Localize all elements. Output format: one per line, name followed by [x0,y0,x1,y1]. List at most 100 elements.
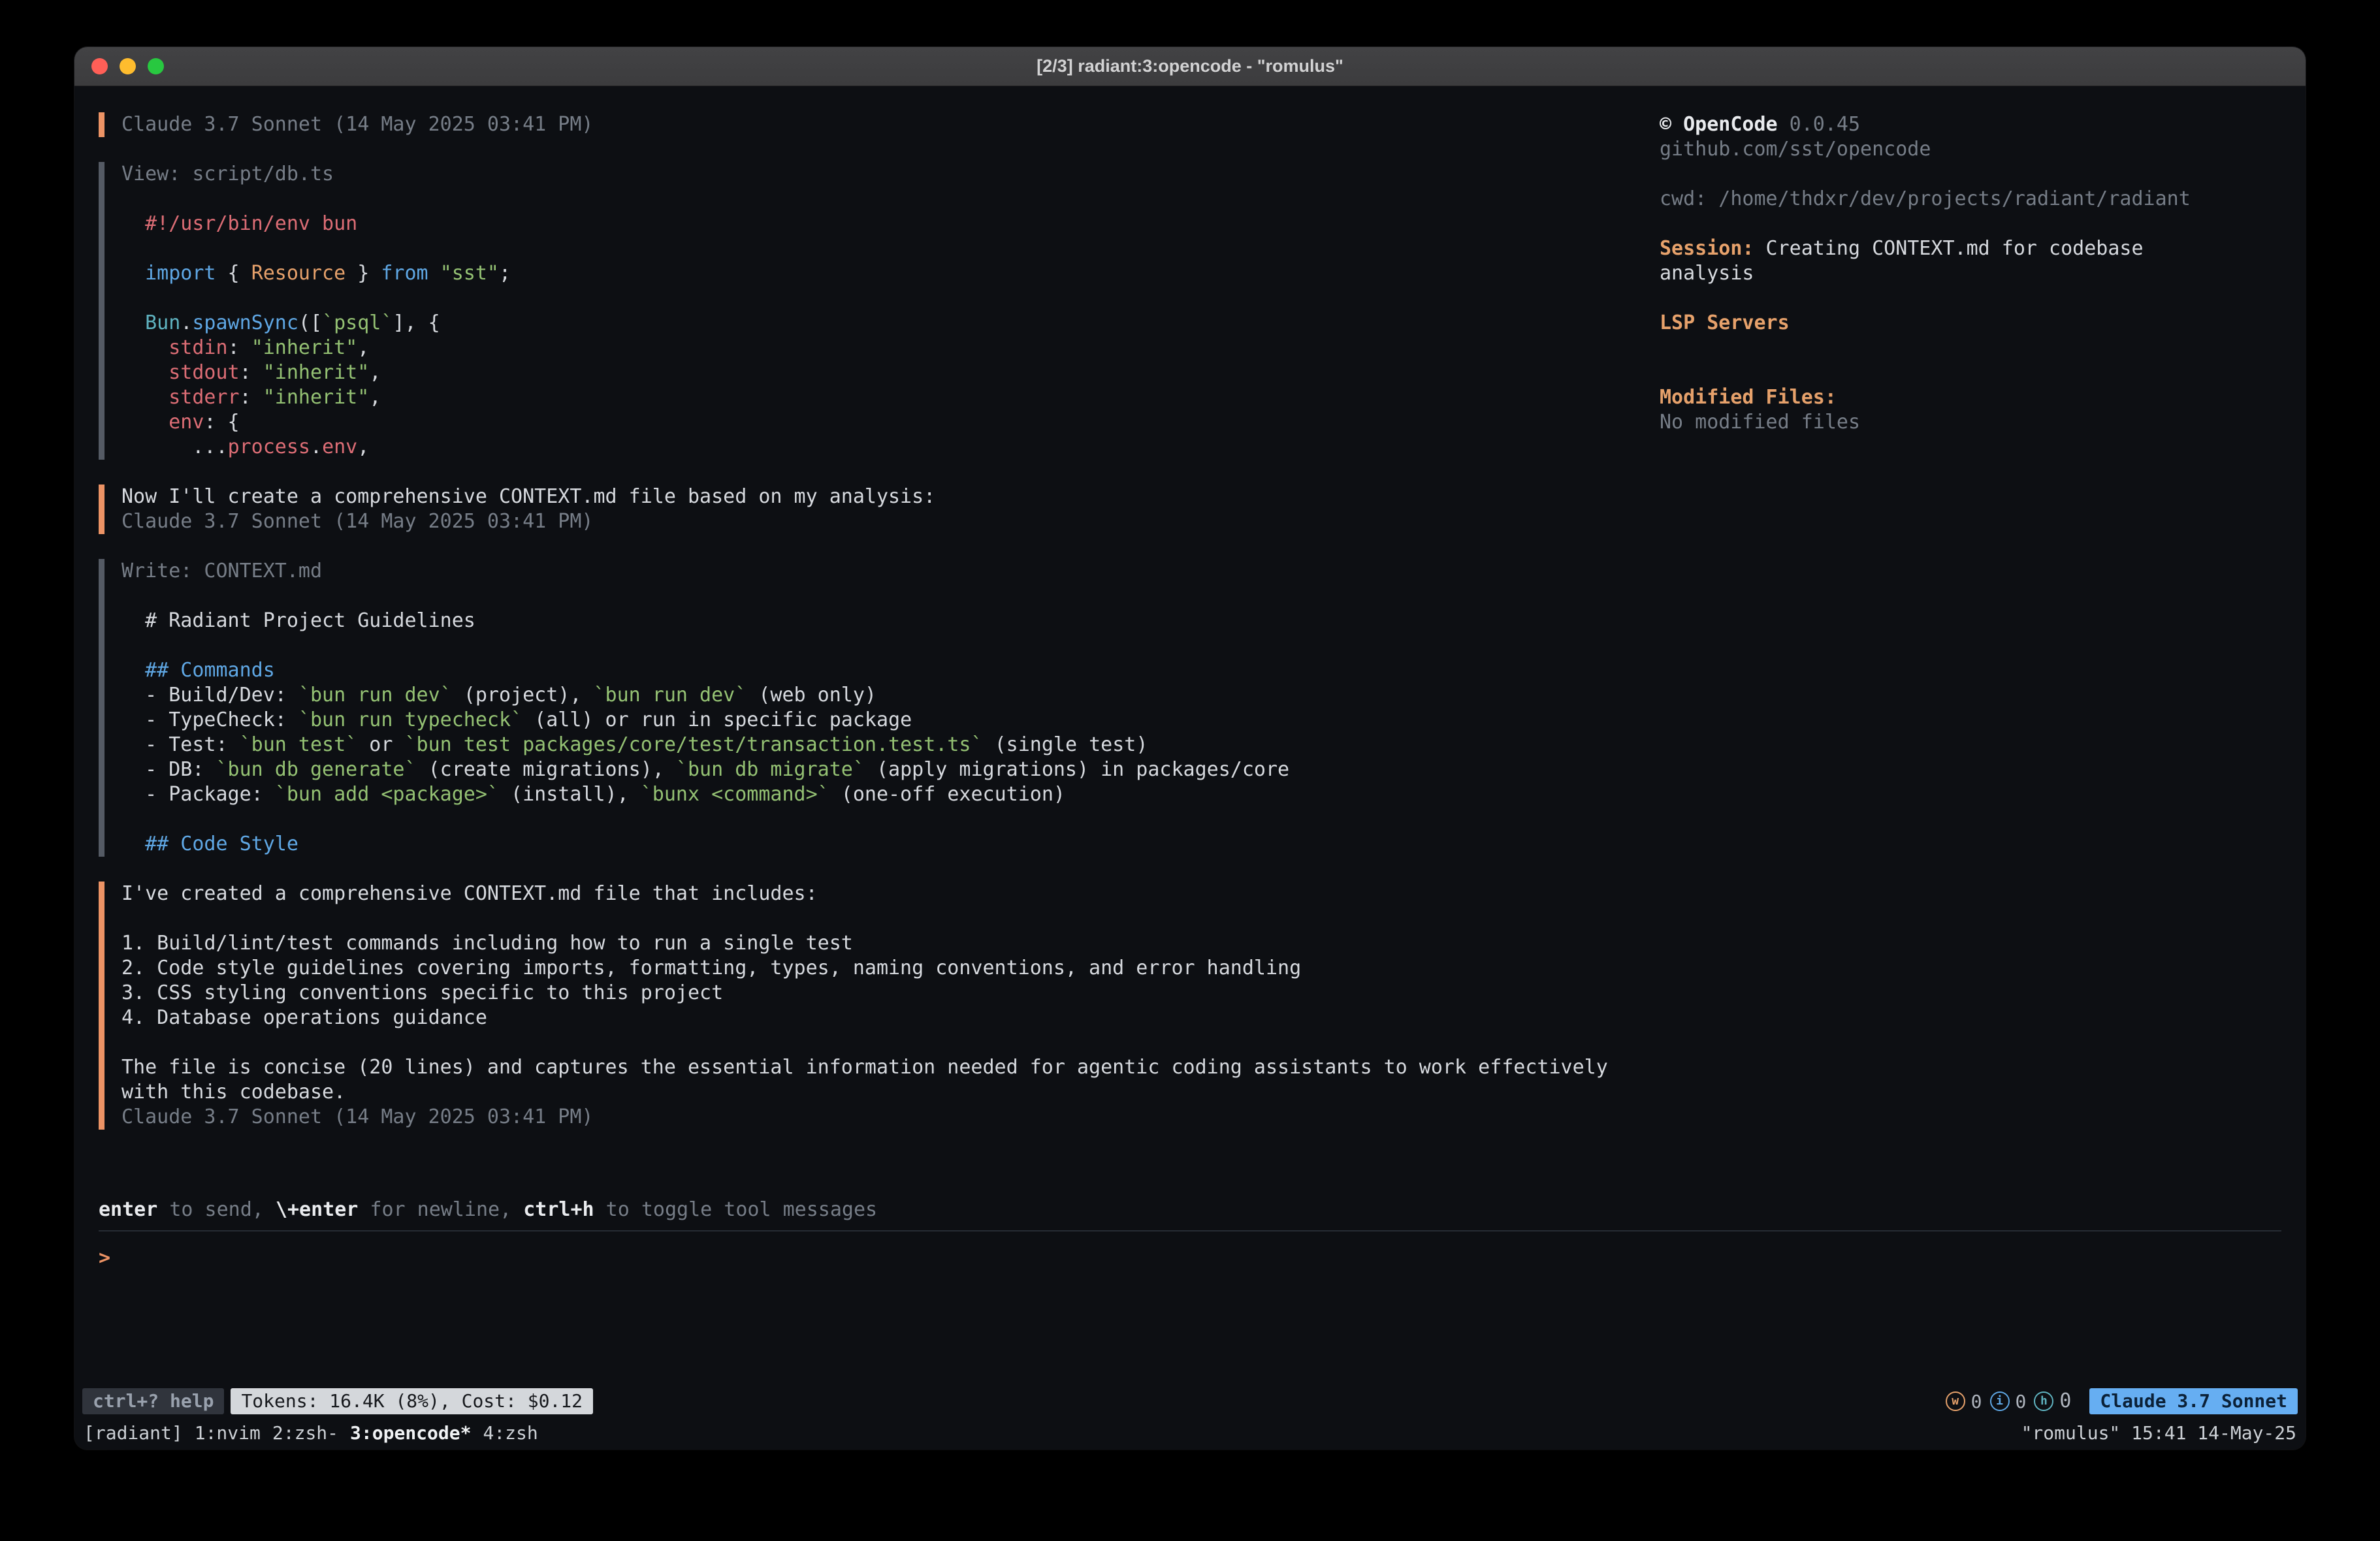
text-span: ... [121,436,228,458]
text-span [121,833,145,855]
chat-line [121,286,1633,311]
diagnostic-warning-count: w0 [1946,1391,1982,1412]
text-span: (single test) [983,733,1148,756]
diagnostic-hint-count: h0 [2034,1389,2071,1414]
chat-line: - DB: `bun db generate` (create migratio… [121,757,1633,782]
warning-icon: w [1946,1391,1965,1411]
text-span: The file is concise (20 lines) and captu… [121,1056,1608,1079]
text-span: : [240,386,263,409]
chat-line: 3. CSS styling conventions specific to t… [121,981,1633,1006]
diagnostic-count-value: 0 [2059,1389,2071,1414]
text-span: , [357,336,369,359]
sidebar-line: © OpenCode 0.0.45 [1660,112,2281,137]
chat-line: stdout: "inherit", [121,360,1633,385]
text-span: ([ [298,311,322,334]
main-row: Claude 3.7 Sonnet (14 May 2025 03:41 PM)… [99,112,2281,1198]
text-span: stdin [169,336,227,359]
text-span: env [322,436,357,458]
text-span: - TypeCheck: [121,708,298,731]
chat-line: Write: CONTEXT.md [121,559,1633,584]
text-span [121,361,169,384]
assistant-summary-block: I've created a comprehensive CONTEXT.md … [99,882,1633,1130]
text-span: - DB: [121,758,216,781]
assistant-message-header-block: Claude 3.7 Sonnet (14 May 2025 03:41 PM) [99,112,1633,137]
chat-line: 2. Code style guidelines covering import… [121,956,1633,981]
chat-line: 1. Build/lint/test commands including ho… [121,931,1633,956]
tmux-window-3[interactable]: 3:opencode* [350,1422,471,1444]
text-span: analysis [1660,262,1754,285]
text-span: `bun test packages/core/test/transaction… [405,733,983,756]
sidebar-line: github.com/sst/opencode [1660,137,2281,162]
text-span: - Test: [121,733,240,756]
text-span: Creating CONTEXT.md for codebase [1754,237,2144,260]
session-sidebar: © OpenCode 0.0.45github.com/sst/opencode… [1660,112,2281,1198]
text-span: : [240,361,263,384]
text-span: with this codebase. [121,1081,346,1104]
prompt-caret-symbol: > [99,1247,110,1269]
sidebar-line [1660,162,2281,187]
text-span: 0.0.45 [1778,113,1860,136]
window-titlebar: [2/3] radiant:3:opencode - "romulus" [74,47,2306,86]
text-span: ], { [393,311,440,334]
chat-line: Now I'll create a comprehensive CONTEXT.… [121,485,1633,509]
text-span: from [381,262,428,285]
chat-line [121,807,1633,832]
help-shortcut-badge[interactable]: ctrl+? help [82,1388,224,1414]
chat-line [121,236,1633,261]
chat-transcript[interactable]: Claude 3.7 Sonnet (14 May 2025 03:41 PM)… [99,112,1633,1198]
sidebar-line: Session: Creating CONTEXT.md for codebas… [1660,236,2281,261]
sidebar-line [1660,360,2281,385]
hint-segment: ctrl+h [523,1198,594,1221]
text-span: Write: CONTEXT.md [121,560,322,582]
text-span [121,212,145,235]
opencode-app: Claude 3.7 Sonnet (14 May 2025 03:41 PM)… [74,86,2306,1450]
info-icon: i [1990,1391,2010,1411]
text-span: I've created a comprehensive CONTEXT.md … [121,882,818,905]
tmux-session-name: [radiant] [84,1422,183,1444]
sidebar-line: Modified Files: [1660,385,2281,410]
text-span [121,411,169,434]
text-span: or [357,733,404,756]
text-span: (create migrations), [417,758,676,781]
chat-line [121,187,1633,212]
tmux-window-1[interactable]: 1:nvim [195,1422,261,1444]
model-badge: Claude 3.7 Sonnet [2089,1388,2298,1414]
text-span: stdout [169,361,239,384]
chat-line: - Build/Dev: `bun run dev` (project), `b… [121,683,1633,708]
text-span: Modified Files: [1660,386,1837,409]
text-span: `psql` [322,311,393,334]
chat-line: Claude 3.7 Sonnet (14 May 2025 03:41 PM) [121,1105,1633,1130]
text-span: "sst" [440,262,499,285]
text-span: spawnSync [192,311,298,334]
tmux-window-4[interactable]: 4:zsh [483,1422,538,1444]
text-span: (web only) [747,684,876,707]
chat-line: ...process.env, [121,435,1633,460]
chat-line: 4. Database operations guidance [121,1006,1633,1030]
text-span: ; [499,262,511,285]
terminal-window: [2/3] radiant:3:opencode - "romulus" Cla… [74,47,2306,1450]
text-span [121,311,145,334]
chat-line: # Radiant Project Guidelines [121,609,1633,633]
diagnostic-info-count: i0 [1990,1391,2027,1412]
chat-line: Claude 3.7 Sonnet (14 May 2025 03:41 PM) [121,112,1633,137]
assistant-message-block: Now I'll create a comprehensive CONTEXT.… [99,485,1633,534]
tmux-window-list: [radiant] 1:nvim 2:zsh- 3:opencode* 4:zsh [84,1422,2021,1444]
text-span: `bun db generate` [216,758,417,781]
chat-line: View: script/db.ts [121,162,1633,187]
text-span: , [369,386,381,409]
text-span: ## Code Style [145,833,298,855]
text-span [121,336,169,359]
text-span: `bun db migrate` [676,758,865,781]
prompt-input[interactable]: > [99,1231,2281,1387]
window-title: [2/3] radiant:3:opencode - "romulus" [74,56,2306,76]
tmux-window-2[interactable]: 2:zsh- [272,1422,338,1444]
chat-line: stdin: "inherit", [121,336,1633,360]
text-span: - Package: [121,783,275,806]
tool-write-block: Write: CONTEXT.md # Radiant Project Guid… [99,559,1633,857]
workspace: Claude 3.7 Sonnet (14 May 2025 03:41 PM)… [74,86,2306,1387]
chat-line: Bun.spawnSync([`psql`], { [121,311,1633,336]
chat-line: #!/usr/bin/env bun [121,212,1633,236]
text-span: `bun add <package>` [275,783,499,806]
tool-view-block: View: script/db.ts #!/usr/bin/env bun im… [99,162,1633,460]
text-span: 1. Build/lint/test commands including ho… [121,932,853,955]
